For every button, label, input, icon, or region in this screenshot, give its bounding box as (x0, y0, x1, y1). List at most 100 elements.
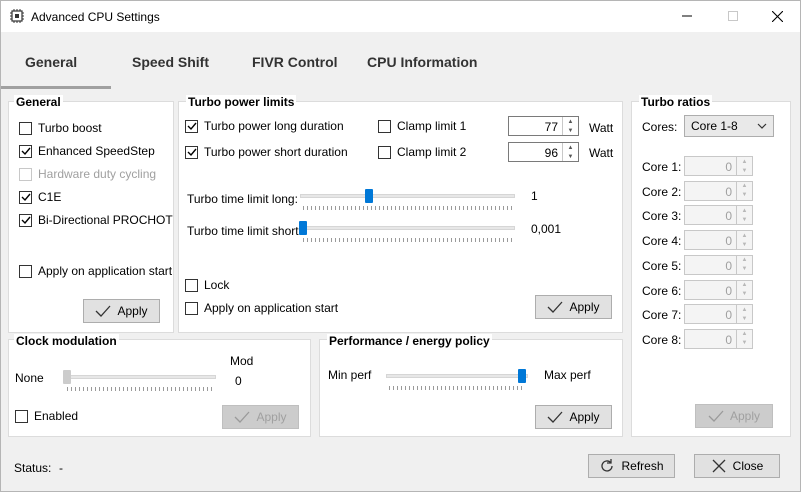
core-6-spinbox: 0 ▲ ▼ (684, 279, 753, 300)
checkbox-box[interactable] (19, 144, 32, 158)
tab-cpu-information[interactable]: CPU Information (367, 54, 477, 70)
spin-arrows: ▲ ▼ (736, 329, 752, 348)
time-long-slider-thumb[interactable] (365, 189, 373, 203)
checkbox-box[interactable] (19, 121, 32, 135)
spin-arrows[interactable]: ▲ ▼ (562, 143, 578, 161)
time-long-slider-track[interactable] (300, 194, 515, 198)
general-apply-button[interactable]: Apply (83, 299, 160, 323)
hardware-duty-cycling-label: Hardware duty cycling (38, 167, 157, 181)
turbo-short-duration-checkbox[interactable]: Turbo power short duration (185, 145, 348, 159)
checkbox-box[interactable] (185, 119, 198, 133)
checkmark-icon (187, 122, 197, 131)
check-icon (708, 410, 724, 422)
tab-fivr-control[interactable]: FIVR Control (252, 54, 338, 70)
spin-up-icon[interactable]: ▲ (563, 143, 578, 152)
clock-slider-track (64, 375, 216, 379)
perf-slider-thumb[interactable] (518, 369, 526, 383)
checkbox-box[interactable] (185, 145, 198, 159)
checkbox-box[interactable] (378, 145, 391, 159)
close-window-button[interactable] (754, 1, 800, 31)
clock-none-label: None (15, 371, 44, 385)
bidirectional-prochot-checkbox[interactable]: Bi-Directional PROCHOT (19, 213, 173, 227)
checkbox-box[interactable] (15, 409, 28, 423)
tab-general[interactable]: General (25, 54, 77, 70)
power-long-value: 77 (544, 120, 558, 134)
turbo-apply-on-start-checkbox[interactable]: Apply on application start (185, 301, 338, 315)
clamp-limit-1-checkbox[interactable]: Clamp limit 1 (378, 119, 466, 133)
spin-arrows: ▲ ▼ (736, 157, 752, 175)
minimize-button[interactable] (664, 1, 710, 31)
perf-policy-apply-button[interactable]: Apply (535, 405, 612, 429)
slider-ticks (303, 238, 513, 242)
spin-down-icon: ▼ (741, 241, 748, 248)
close-button[interactable]: Close (694, 454, 780, 478)
general-group-title: General (14, 95, 63, 109)
spin-down-icon[interactable]: ▼ (563, 152, 578, 161)
spin-up-icon[interactable]: ▲ (563, 117, 578, 126)
clamp-limit-2-checkbox[interactable]: Clamp limit 2 (378, 145, 466, 159)
turbo-boost-checkbox[interactable]: Turbo boost (19, 121, 102, 135)
content-area: General Turbo boost Enhanced SpeedStep H… (1, 91, 800, 491)
check-icon (548, 301, 563, 313)
checkbox-box[interactable] (19, 213, 32, 227)
core-1-label: Core 1: (642, 160, 682, 174)
cpu-icon (10, 9, 24, 23)
core-6-label: Core 6: (642, 283, 682, 298)
general-apply-on-start-checkbox[interactable]: Apply on application start (19, 264, 172, 278)
lock-checkbox[interactable]: Lock (185, 278, 229, 292)
perf-slider-track[interactable] (386, 374, 528, 378)
maximize-button[interactable] (710, 1, 756, 31)
core-5-spinbox: 0 ▲ ▼ (684, 254, 753, 275)
turbo-power-apply-button[interactable]: Apply (535, 295, 612, 319)
clock-enabled-checkbox[interactable]: Enabled (15, 409, 78, 423)
core-4-label: Core 4: (642, 234, 682, 249)
checkbox-box[interactable] (185, 301, 198, 315)
checkbox-box[interactable] (19, 190, 32, 204)
enabled-label: Enabled (34, 409, 79, 423)
core-ratio-value: 0 (725, 160, 732, 174)
checkbox-box[interactable] (19, 264, 32, 278)
spin-down-icon: ▼ (741, 315, 748, 322)
time-short-slider-thumb[interactable] (299, 221, 307, 235)
enhanced-speedstep-checkbox[interactable]: Enhanced SpeedStep (19, 144, 155, 158)
c1e-checkbox[interactable]: C1E (19, 190, 61, 204)
clamp-limit-2-label: Clamp limit 2 (397, 145, 467, 159)
checkbox-box[interactable] (378, 119, 391, 133)
close-icon (712, 459, 726, 473)
maximize-icon (728, 11, 738, 21)
turbo-ratios-apply-button: Apply (695, 404, 773, 428)
turbo-long-duration-label: Turbo power long duration (204, 119, 344, 133)
clock-slider-thumb (63, 370, 71, 384)
tab-bar: General Speed Shift FIVR Control CPU Inf… (1, 32, 800, 91)
power-short-spinbox[interactable]: 96 ▲ ▼ (508, 142, 579, 162)
turbo-long-duration-checkbox[interactable]: Turbo power long duration (185, 119, 344, 133)
checkbox-box[interactable] (185, 278, 198, 292)
time-short-slider-track[interactable] (300, 226, 515, 230)
spin-down-icon: ▼ (741, 192, 748, 199)
core-ratio-value: 0 (725, 234, 732, 249)
spin-down-icon: ▼ (741, 216, 748, 223)
apply-label: Apply (117, 304, 148, 318)
core-2-spinbox: 0 ▲ ▼ (684, 180, 753, 201)
min-perf-label: Min perf (328, 368, 372, 382)
refresh-button[interactable]: Refresh (588, 454, 675, 478)
spin-down-icon[interactable]: ▼ (563, 126, 578, 135)
core-4-spinbox: 0 ▲ ▼ (684, 230, 753, 251)
tab-speed-shift[interactable]: Speed Shift (132, 54, 209, 70)
core-3-spinbox: 0 ▲ ▼ (684, 205, 753, 226)
turbo-power-limits-title: Turbo power limits (186, 95, 297, 109)
spin-arrows[interactable]: ▲ ▼ (562, 117, 578, 135)
check-icon (96, 305, 111, 317)
checkmark-icon (21, 193, 31, 202)
spin-up-icon: ▲ (741, 331, 748, 338)
apply-label: Apply (256, 410, 287, 424)
time-short-value: 0,001 (531, 222, 562, 236)
cores-select[interactable]: Core 1-8 (684, 115, 774, 137)
time-long-value: 1 (531, 189, 538, 203)
checkmark-icon (21, 216, 31, 225)
power-long-spinbox[interactable]: 77 ▲ ▼ (508, 116, 579, 136)
clock-modulation-title: Clock modulation (14, 334, 119, 348)
close-icon (771, 10, 783, 22)
window: Advanced CPU Settings General Speed Shif… (0, 0, 801, 492)
spin-arrows: ▲ ▼ (736, 206, 752, 225)
